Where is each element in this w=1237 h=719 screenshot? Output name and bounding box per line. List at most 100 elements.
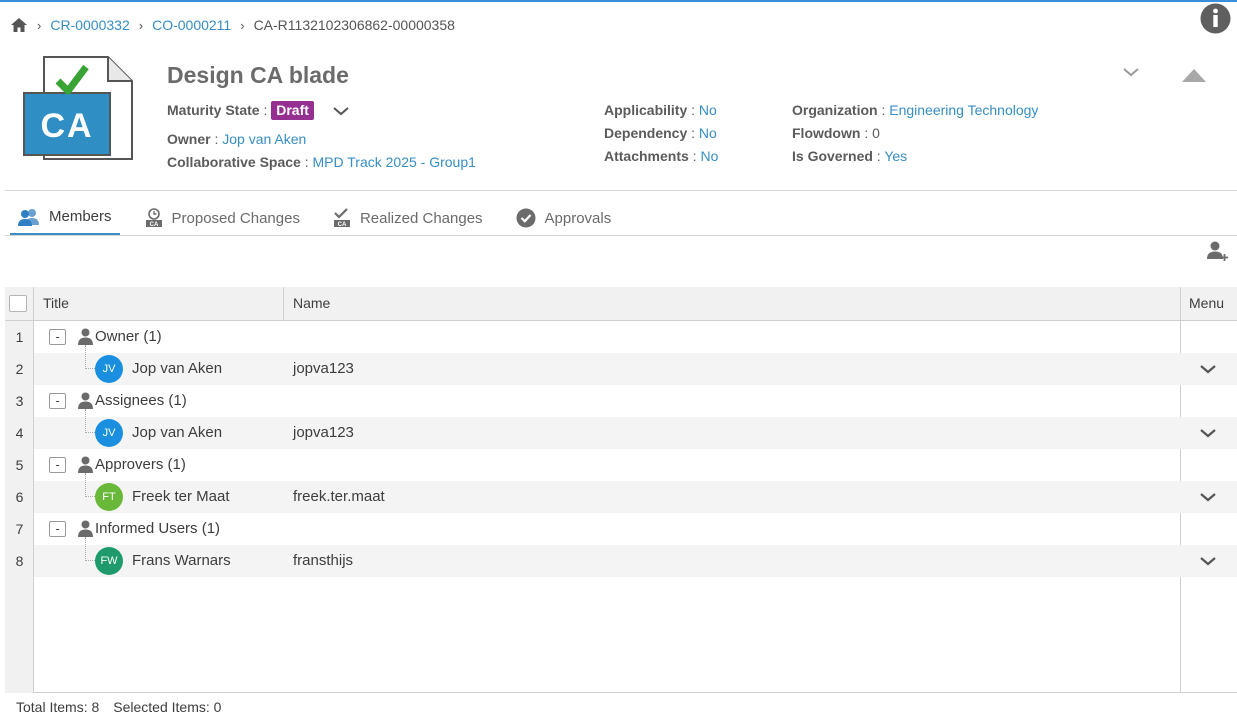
member-title: Jop van Aken — [132, 424, 223, 441]
tab-divider — [5, 235, 1237, 236]
column-header-name[interactable]: Name — [293, 287, 330, 320]
table-row[interactable]: 4 JV Jop van Aken jopva123 — [5, 409, 1237, 449]
header-divider — [5, 190, 1237, 191]
person-icon — [78, 520, 93, 537]
select-all-checkbox[interactable] — [9, 295, 27, 312]
row-number: 4 — [15, 425, 24, 441]
organization-label: Organization — [792, 102, 878, 118]
members-icon — [18, 208, 39, 226]
maturity-state-badge: Draft — [271, 101, 314, 120]
chevron-right-icon: › — [138, 17, 144, 33]
tab-realized-changes[interactable]: CA Realized Changes — [325, 200, 491, 236]
person-icon — [78, 328, 93, 345]
collapse-toggle[interactable]: - — [49, 521, 66, 537]
group-label: Approvers (1) — [95, 456, 186, 473]
breadcrumb-current: CA-R1132102306862-00000358 — [253, 17, 455, 33]
members-grid: Title Name Menu 1 - Owner (1) 2 JV Jop v… — [5, 287, 1237, 693]
attachments-attr: Attachments : No — [604, 148, 719, 164]
group-label: Assignees (1) — [95, 392, 187, 409]
maturity-state-attr: Maturity State : Draft — [167, 101, 350, 120]
tree-connector — [85, 345, 95, 369]
person-icon — [78, 456, 93, 473]
chevron-right-icon: › — [37, 17, 42, 33]
chevron-down-icon[interactable] — [332, 105, 350, 117]
avatar: FT — [95, 483, 123, 511]
organization-link[interactable]: Engineering Technology — [889, 102, 1038, 118]
grid-header: Title Name Menu — [5, 287, 1237, 321]
owner-attr: Owner : Jop van Aken — [167, 131, 307, 147]
chevron-right-icon: › — [240, 17, 245, 33]
row-menu-chevron-icon[interactable] — [1198, 554, 1218, 568]
home-icon[interactable] — [10, 17, 28, 33]
member-title: Jop van Aken — [132, 360, 223, 377]
collab-space-label: Collaborative Space — [167, 154, 301, 170]
column-header-title[interactable]: Title — [43, 287, 69, 320]
flowdown-value: 0 — [872, 125, 880, 141]
member-name: jopva123 — [293, 360, 354, 377]
table-row-group[interactable]: 5 - Approvers (1) — [5, 449, 1237, 481]
row-number: 6 — [15, 489, 24, 505]
row-menu-chevron-icon[interactable] — [1198, 426, 1218, 440]
owner-link[interactable]: Jop van Aken — [222, 131, 306, 147]
approvals-icon — [516, 208, 536, 228]
collapse-toggle[interactable]: - — [49, 457, 66, 473]
table-row[interactable]: 2 JV Jop van Aken jopva123 — [5, 345, 1237, 385]
page-title: Design CA blade — [167, 62, 349, 88]
info-icon[interactable] — [1200, 3, 1231, 34]
member-name: fransthijs — [293, 552, 354, 569]
table-row-group[interactable]: 3 - Assignees (1) — [5, 385, 1237, 417]
table-row[interactable]: 6 FT Freek ter Maat freek.ter.maat — [5, 473, 1237, 513]
avatar: JV — [95, 419, 123, 447]
applicability-link[interactable]: No — [699, 102, 717, 118]
ca-icon-text: CA — [40, 107, 93, 145]
organization-attr: Organization : Engineering Technology — [792, 102, 1039, 118]
maximize-header-icon[interactable] — [1180, 66, 1208, 84]
change-action-icon: CA — [23, 56, 133, 160]
table-row-group[interactable]: 1 - Owner (1) — [5, 321, 1237, 353]
collab-space-attr: Collaborative Space : MPD Track 2025 - G… — [167, 154, 476, 170]
group-label: Owner (1) — [95, 328, 162, 345]
row-menu-chevron-icon[interactable] — [1198, 362, 1218, 376]
add-member-icon[interactable] — [1207, 240, 1229, 262]
table-row-group[interactable]: 7 - Informed Users (1) — [5, 513, 1237, 545]
member-name: freek.ter.maat — [293, 488, 385, 505]
column-header-menu: Menu — [1189, 295, 1225, 311]
member-title: Freek ter Maat — [132, 488, 230, 505]
row-number: 1 — [15, 329, 24, 345]
breadcrumb-co-link[interactable]: CO-0000211 — [152, 17, 231, 33]
collapse-toggle[interactable]: - — [49, 393, 66, 409]
is-governed-link[interactable]: Yes — [884, 148, 907, 164]
tab-members-label: Members — [49, 208, 112, 225]
tree-connector — [85, 537, 95, 561]
table-row[interactable]: 8 FW Frans Warnars fransthijs — [5, 537, 1237, 577]
selected-items: Selected Items: 0 — [113, 699, 222, 715]
tab-approvals[interactable]: Approvals — [508, 200, 620, 236]
row-number: 7 — [15, 521, 24, 537]
dependency-link[interactable]: No — [699, 125, 717, 141]
flowdown-attr: Flowdown : 0 — [792, 125, 880, 141]
dependency-label: Dependency — [604, 125, 688, 141]
row-number: 3 — [15, 393, 24, 409]
breadcrumb-cr-link[interactable]: CR-0000332 — [50, 17, 129, 33]
total-items: Total Items: 8 — [16, 699, 100, 715]
person-icon — [78, 392, 93, 409]
proposed-changes-icon: CA — [145, 208, 162, 228]
collapse-header-icon[interactable] — [1122, 66, 1140, 78]
tab-realized-changes-label: Realized Changes — [359, 209, 483, 227]
tab-proposed-changes[interactable]: CA Proposed Changes — [137, 200, 308, 236]
row-menu-chevron-icon[interactable] — [1198, 490, 1218, 504]
group-label: Informed Users (1) — [95, 520, 221, 537]
owner-label: Owner — [167, 131, 211, 147]
tree-connector — [85, 409, 95, 433]
tab-members[interactable]: Members — [10, 200, 120, 236]
attachments-link[interactable]: No — [700, 148, 718, 164]
attachments-label: Attachments — [604, 148, 689, 164]
row-number: 8 — [15, 553, 24, 569]
collab-space-link[interactable]: MPD Track 2025 - Group1 — [313, 154, 476, 170]
breadcrumb: › CR-0000332 › CO-0000211 › CA-R11321023… — [10, 14, 455, 36]
grid-column-divider — [1180, 287, 1181, 320]
tab-bar: Members CA Proposed Changes CA Realized … — [10, 200, 636, 236]
collapse-toggle[interactable]: - — [49, 329, 66, 345]
tab-approvals-label: Approvals — [544, 209, 612, 227]
member-name: jopva123 — [293, 424, 354, 441]
